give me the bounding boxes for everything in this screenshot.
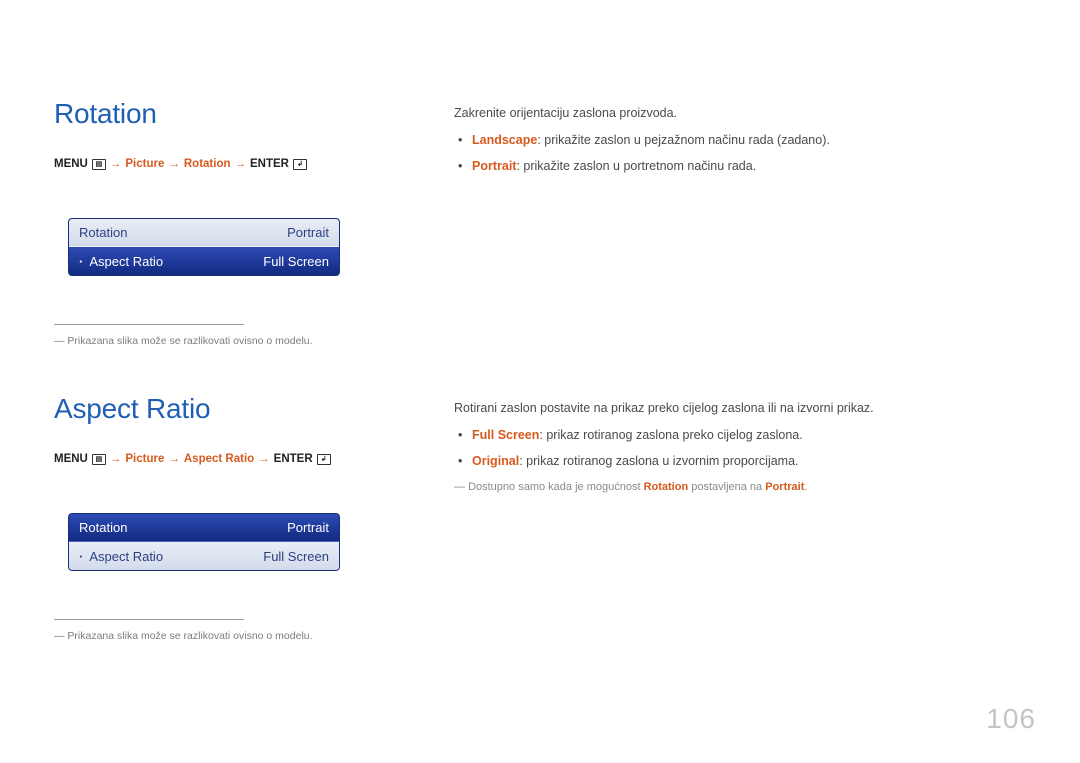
option-text: : prikažite zaslon u pejzažnom načinu ra… xyxy=(537,133,830,147)
osd-row-aspect-ratio: Aspect Ratio Full Screen xyxy=(69,542,339,570)
left-column: Aspect Ratio MENU ▤ → Picture → Aspect R… xyxy=(54,393,394,688)
option-text: : prikaz rotiranog zaslona preko cijelog… xyxy=(539,428,802,442)
breadcrumb-picture: Picture xyxy=(125,158,164,170)
menu-grid-icon: ▤ xyxy=(92,454,106,465)
note-text: Dostupno samo kada je mogućnost xyxy=(468,481,644,493)
option-text: : prikaz rotiranog zaslona u izvornim pr… xyxy=(519,454,798,468)
description-rotation: Zakrenite orijentaciju zaslona proizvoda… xyxy=(454,98,1020,393)
breadcrumb-picture: Picture xyxy=(125,453,164,465)
option-list: Landscape: prikažite zaslon u pejzažnom … xyxy=(454,131,1020,176)
term-original: Original xyxy=(472,454,519,468)
option-landscape: Landscape: prikažite zaslon u pejzažnom … xyxy=(454,131,1020,150)
osd-preview-rotation: Rotation Portrait Aspect Ratio Full Scre… xyxy=(68,218,340,276)
option-list: Full Screen: prikaz rotiranog zaslona pr… xyxy=(454,426,1020,471)
breadcrumb-rotation-item: Rotation xyxy=(184,158,231,170)
osd-label: Rotation xyxy=(79,520,127,535)
note-text: . xyxy=(804,481,807,493)
divider xyxy=(54,324,244,325)
arrow-icon: → xyxy=(168,453,180,465)
option-full-screen: Full Screen: prikaz rotiranog zaslona pr… xyxy=(454,426,1020,445)
osd-label: Rotation xyxy=(79,225,127,240)
description-aspect-ratio: Rotirani zaslon postavite na prikaz prek… xyxy=(454,393,1020,688)
term-rotation: Rotation xyxy=(644,481,689,493)
breadcrumb-aspect-ratio: MENU ▤ → Picture → Aspect Ratio → ENTER … xyxy=(54,453,394,465)
section-aspect-ratio: Aspect Ratio MENU ▤ → Picture → Aspect R… xyxy=(54,393,1020,688)
osd-row-rotation: Rotation Portrait xyxy=(69,514,339,542)
availability-note: Dostupno samo kada je mogućnost Rotation… xyxy=(454,479,1020,496)
breadcrumb-rotation: MENU ▤ → Picture → Rotation → ENTER ↲ xyxy=(54,158,394,170)
arrow-icon: → xyxy=(110,158,122,170)
menu-grid-icon: ▤ xyxy=(92,159,106,170)
term-portrait: Portrait xyxy=(472,159,516,173)
osd-row-aspect-ratio: Aspect Ratio Full Screen xyxy=(69,247,339,275)
option-text: : prikažite zaslon u portretnom načinu r… xyxy=(516,159,756,173)
arrow-icon: → xyxy=(235,158,247,170)
note-text: postavljena na xyxy=(688,481,765,493)
breadcrumb-enter: ENTER xyxy=(274,453,313,465)
intro-text: Zakrenite orijentaciju zaslona proizvoda… xyxy=(454,104,1020,123)
enter-key-icon: ↲ xyxy=(317,454,331,465)
footnote: Prikazana slika može se razlikovati ovis… xyxy=(54,335,394,347)
osd-value: Portrait xyxy=(287,520,329,535)
heading-rotation: Rotation xyxy=(54,98,394,130)
arrow-icon: → xyxy=(168,158,180,170)
osd-preview-aspect-ratio: Rotation Portrait Aspect Ratio Full Scre… xyxy=(68,513,340,571)
footnote: Prikazana slika može se razlikovati ovis… xyxy=(54,630,394,642)
section-rotation: Rotation MENU ▤ → Picture → Rotation → E… xyxy=(54,98,1020,393)
arrow-icon: → xyxy=(110,453,122,465)
breadcrumb-aspect-item: Aspect Ratio xyxy=(184,453,254,465)
arrow-icon: → xyxy=(258,453,270,465)
term-full-screen: Full Screen xyxy=(472,428,539,442)
osd-label: Aspect Ratio xyxy=(79,549,163,564)
osd-row-rotation: Rotation Portrait xyxy=(69,219,339,247)
osd-value: Full Screen xyxy=(263,254,329,269)
term-portrait: Portrait xyxy=(765,481,804,493)
osd-value: Full Screen xyxy=(263,549,329,564)
option-portrait: Portrait: prikažite zaslon u portretnom … xyxy=(454,157,1020,176)
intro-text: Rotirani zaslon postavite na prikaz prek… xyxy=(454,399,1020,418)
heading-aspect-ratio: Aspect Ratio xyxy=(54,393,394,425)
osd-label: Aspect Ratio xyxy=(79,254,163,269)
divider xyxy=(54,619,244,620)
page: Rotation MENU ▤ → Picture → Rotation → E… xyxy=(0,0,1080,763)
breadcrumb-menu: MENU xyxy=(54,453,88,465)
osd-value: Portrait xyxy=(287,225,329,240)
breadcrumb-enter: ENTER xyxy=(250,158,289,170)
term-landscape: Landscape xyxy=(472,133,537,147)
enter-key-icon: ↲ xyxy=(293,159,307,170)
left-column: Rotation MENU ▤ → Picture → Rotation → E… xyxy=(54,98,394,393)
page-number: 106 xyxy=(986,703,1036,735)
breadcrumb-menu: MENU xyxy=(54,158,88,170)
option-original: Original: prikaz rotiranog zaslona u izv… xyxy=(454,452,1020,471)
